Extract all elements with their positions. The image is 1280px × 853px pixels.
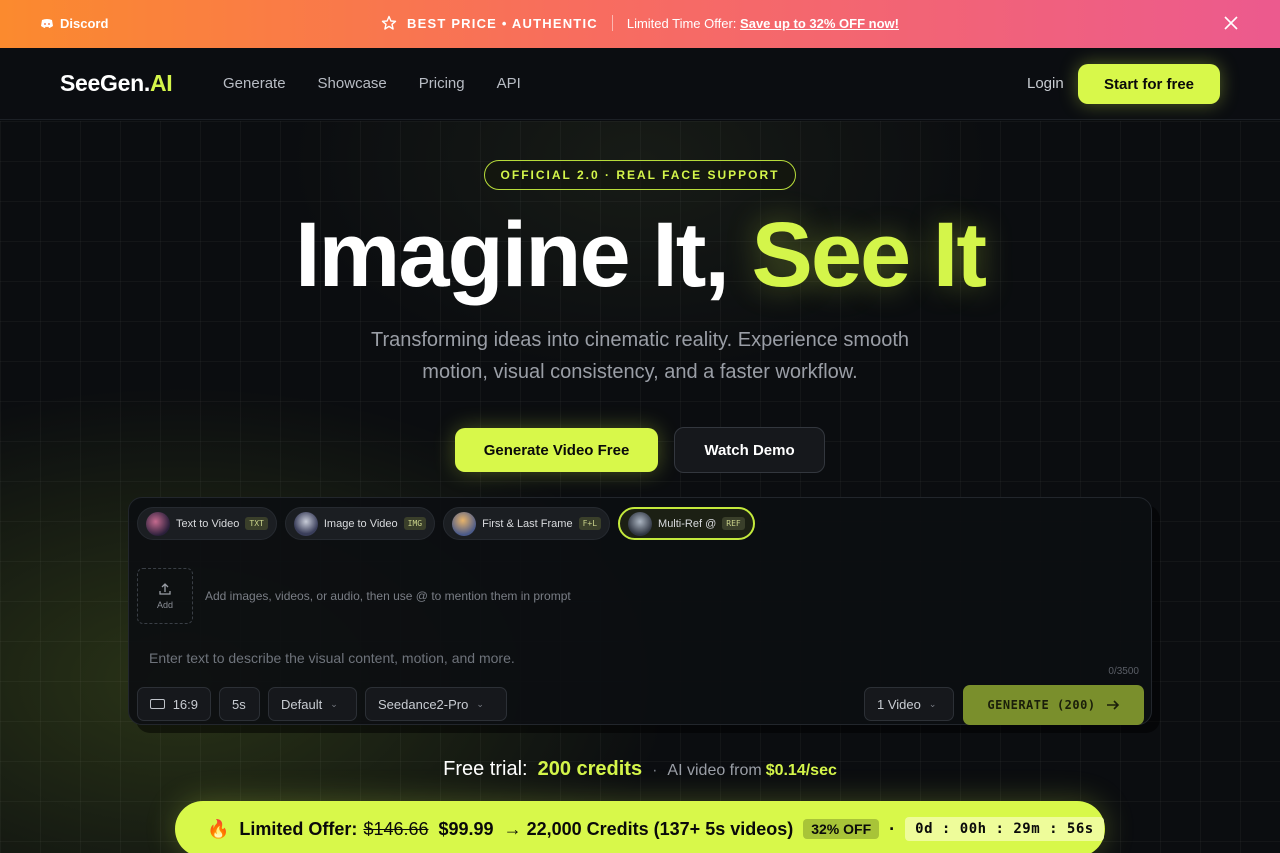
text-to-video-thumbnail xyxy=(146,511,170,536)
tab-image-to-video[interactable]: Image to Video IMG xyxy=(284,507,436,540)
offer-old-price: $146.66 xyxy=(363,818,429,839)
trial-from: AI video from xyxy=(667,762,762,779)
model-value: Seedance2-Pro xyxy=(378,696,469,712)
hero-subtitle-line2: motion, visual consistency, and a faster… xyxy=(422,361,858,383)
tab-text-to-video[interactable]: Text to Video TXT xyxy=(137,507,277,540)
tab-tag: TXT xyxy=(245,517,268,530)
top-navbar: SeeGen.AI Generate Showcase Pricing API … xyxy=(0,48,1280,120)
login-link[interactable]: Login xyxy=(1027,75,1064,92)
tab-first-last-frame[interactable]: First & Last Frame F+L xyxy=(443,507,611,540)
chevron-down-icon: ⌄ xyxy=(476,698,484,709)
free-trial-line: Free trial: 200 credits · AI video from … xyxy=(0,758,1280,781)
promo-offer-link[interactable]: Save up to 32% OFF now! xyxy=(740,16,899,31)
video-count-value: 1 Video xyxy=(877,696,921,712)
start-free-button[interactable]: Start for free xyxy=(1078,64,1220,104)
tab-label: First & Last Frame xyxy=(482,517,573,530)
close-icon[interactable] xyxy=(1224,14,1238,34)
promo-divider xyxy=(611,15,613,31)
upload-hint: Add images, videos, or audio, then use @… xyxy=(205,589,571,603)
watch-demo-button[interactable]: Watch Demo xyxy=(674,427,825,473)
promo-center: BEST PRICE • AUTHENTIC Limited Time Offe… xyxy=(0,15,1280,31)
tab-label: Image to Video xyxy=(323,517,398,530)
promo-banner: Discord BEST PRICE • AUTHENTIC Limited T… xyxy=(0,0,1280,48)
best-price-text: BEST PRICE • AUTHENTIC xyxy=(407,15,598,31)
generator-panel: Text to Video TXT Image to Video IMG Fir… xyxy=(128,497,1152,725)
trial-prefix: Free trial: xyxy=(443,758,528,780)
aspect-ratio-value: 16:9 xyxy=(172,696,198,712)
tab-label: Text to Video xyxy=(176,517,240,530)
star-icon xyxy=(381,15,397,30)
hero-badge: OFFICIAL 2.0 · REAL FACE SUPPORT xyxy=(484,160,796,190)
offer-details: → 22,000 Credits (137+ 5s videos) xyxy=(503,818,794,839)
image-to-video-thumbnail xyxy=(293,511,318,536)
mode-tabs: Text to Video TXT Image to Video IMG Fir… xyxy=(137,507,755,540)
tab-tag: IMG xyxy=(403,517,427,530)
arrow-right-icon xyxy=(1106,700,1119,710)
upload-button[interactable]: Add xyxy=(137,568,193,624)
best-price-badge: BEST PRICE • AUTHENTIC xyxy=(381,15,598,31)
model-select[interactable]: Seedance2-Pro ⌄ xyxy=(365,687,507,721)
generate-label: GENERATE (200) xyxy=(987,698,1096,712)
aspect-ratio-select[interactable]: 16:9 xyxy=(137,687,211,721)
hero-subtitle-line1: Transforming ideas into cinematic realit… xyxy=(370,329,909,351)
video-count-select[interactable]: 1 Video ⌄ xyxy=(864,687,954,721)
nav-link-api[interactable]: API xyxy=(497,75,521,92)
duration-value: 5s xyxy=(232,696,246,712)
trial-dot: · xyxy=(652,762,658,779)
nav-link-generate[interactable]: Generate xyxy=(223,75,286,92)
chevron-down-icon: ⌄ xyxy=(330,698,338,709)
style-select[interactable]: Default ⌄ xyxy=(268,687,357,721)
offer-separator: · xyxy=(889,818,896,839)
logo[interactable]: SeeGen.AI xyxy=(60,70,173,97)
hero-subtitle: Transforming ideas into cinematic realit… xyxy=(340,324,940,388)
upload-icon xyxy=(159,583,171,595)
nav-links: Generate Showcase Pricing API xyxy=(223,75,521,92)
tab-multi-ref[interactable]: Multi-Ref @ REF xyxy=(618,507,755,540)
promo-offer-prefix: Limited Time Offer: xyxy=(626,15,737,31)
trial-rate: $0.14/sec xyxy=(765,762,837,779)
nav-link-pricing[interactable]: Pricing xyxy=(419,75,465,92)
limited-offer-banner[interactable]: 🔥 Limited Offer: $146.66 $99.99 → 22,000… xyxy=(175,801,1105,853)
chevron-down-icon: ⌄ xyxy=(928,698,937,709)
duration-select[interactable]: 5s xyxy=(219,687,260,721)
logo-main: SeeGen. xyxy=(60,70,150,96)
multi-ref-thumbnail xyxy=(628,511,653,536)
trial-credits: 200 credits xyxy=(537,758,643,780)
fire-icon: 🔥 xyxy=(207,818,230,839)
upload-label: Add xyxy=(156,600,173,610)
hero-title-main: Imagine It, xyxy=(295,204,752,306)
nav-link-showcase[interactable]: Showcase xyxy=(318,75,387,92)
offer-label: Limited Offer: xyxy=(239,818,358,839)
offer-new-price: $99.99 xyxy=(438,818,494,839)
generate-video-free-button[interactable]: Generate Video Free xyxy=(455,428,658,472)
hero-title-accent: See It xyxy=(751,204,987,306)
tab-tag: REF xyxy=(722,517,745,530)
hero-section: OFFICIAL 2.0 · REAL FACE SUPPORT Imagine… xyxy=(0,121,1280,853)
hero-title: Imagine It, See It xyxy=(0,205,1280,305)
countdown-timer: 0d : 00h : 29m : 56s xyxy=(905,817,1104,841)
first-last-frame-thumbnail xyxy=(452,511,477,536)
style-value: Default xyxy=(281,696,323,712)
tab-label: Multi-Ref @ xyxy=(658,517,717,530)
generate-button[interactable]: GENERATE (200) xyxy=(963,685,1144,725)
promo-offer: Limited Time Offer: Save up to 32% OFF n… xyxy=(627,16,899,31)
discount-badge: 32% OFF xyxy=(803,819,880,839)
char-count: 0/3500 xyxy=(1108,666,1139,677)
logo-accent: AI xyxy=(149,70,173,96)
prompt-input[interactable] xyxy=(137,644,1137,672)
tab-tag: F+L xyxy=(578,517,602,530)
aspect-ratio-icon xyxy=(150,699,165,709)
